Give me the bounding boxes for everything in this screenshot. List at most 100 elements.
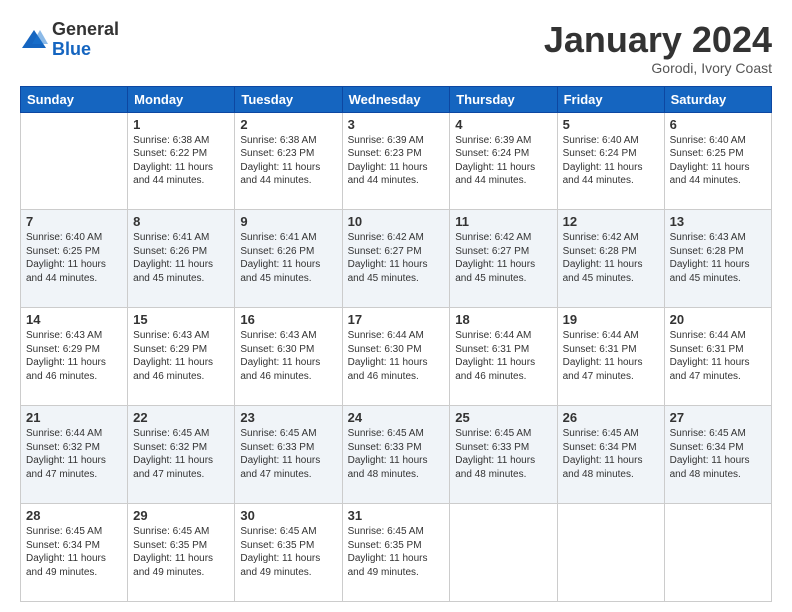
day-number: 8 (133, 214, 229, 229)
day-info: Sunrise: 6:40 AMSunset: 6:24 PMDaylight:… (563, 134, 659, 188)
day-number: 27 (670, 410, 766, 425)
calendar-cell: 4Sunrise: 6:39 AMSunset: 6:24 PMDaylight… (450, 112, 557, 210)
day-number: 23 (240, 410, 336, 425)
day-info: Sunrise: 6:38 AMSunset: 6:23 PMDaylight:… (240, 134, 336, 188)
day-info: Sunrise: 6:44 AMSunset: 6:32 PMDaylight:… (26, 427, 122, 481)
day-info: Sunrise: 6:45 AMSunset: 6:33 PMDaylight:… (455, 427, 551, 481)
calendar-cell: 3 Sunrise: 6:39 AMSunset: 6:23 PMDaylight… (342, 112, 450, 210)
day-number: 21 (26, 410, 122, 425)
day-info: Sunrise: 6:41 AMSunset: 6:26 PMDaylight:… (133, 231, 229, 285)
calendar-cell: 17 Sunrise: 6:44 AMSunset: 6:30 PMDayligh… (342, 308, 450, 406)
calendar-week-row: 1 Sunrise: 6:38 AMSunset: 6:22 PMDaylight… (21, 112, 772, 210)
day-info: Sunrise: 6:45 AMSunset: 6:35 PMDaylight:… (133, 525, 229, 579)
day-info: Sunrise: 6:44 AMSunset: 6:31 PMDaylight:… (563, 329, 659, 383)
calendar-week-row: 28 Sunrise: 6:45 AMSunset: 6:34 PMDayligh… (21, 504, 772, 602)
page: General Blue January 2024 Gorodi, Ivory … (0, 0, 792, 612)
logo-icon (20, 26, 48, 54)
day-number: 6 (670, 117, 766, 132)
day-info: Sunrise: 6:44 AMSunset: 6:31 PMDaylight:… (670, 329, 766, 383)
calendar-cell (557, 504, 664, 602)
calendar-cell: 22Sunrise: 6:45 AMSunset: 6:32 PMDayligh… (128, 406, 235, 504)
day-info: Sunrise: 6:43 AMSunset: 6:30 PMDaylight:… (240, 329, 336, 383)
day-info: Sunrise: 6:42 AMSunset: 6:28 PMDaylight:… (563, 231, 659, 285)
day-number: 2 (240, 117, 336, 132)
day-info: Sunrise: 6:45 AMSunset: 6:35 PMDaylight:… (240, 525, 336, 579)
day-of-week-wednesday: Wednesday (342, 86, 450, 112)
day-info: Sunrise: 6:45 AMSunset: 6:34 PMDaylight:… (26, 525, 122, 579)
calendar-cell: 9 Sunrise: 6:41 AMSunset: 6:26 PMDaylight… (235, 210, 342, 308)
calendar-cell: 8 Sunrise: 6:41 AMSunset: 6:26 PMDaylight… (128, 210, 235, 308)
day-number: 11 (455, 214, 551, 229)
day-number: 18 (455, 312, 551, 327)
calendar-cell: 1 Sunrise: 6:38 AMSunset: 6:22 PMDaylight… (128, 112, 235, 210)
day-info: Sunrise: 6:42 AMSunset: 6:27 PMDaylight:… (348, 231, 445, 285)
day-number: 3 (348, 117, 445, 132)
day-info: Sunrise: 6:43 AMSunset: 6:29 PMDaylight:… (26, 329, 122, 383)
calendar: SundayMondayTuesdayWednesdayThursdayFrid… (20, 86, 772, 602)
calendar-cell (664, 504, 771, 602)
day-info: Sunrise: 6:45 AMSunset: 6:32 PMDaylight:… (133, 427, 229, 481)
day-of-week-tuesday: Tuesday (235, 86, 342, 112)
day-info: Sunrise: 6:42 AMSunset: 6:27 PMDaylight:… (455, 231, 551, 285)
day-number: 28 (26, 508, 122, 523)
day-number: 26 (563, 410, 659, 425)
calendar-cell: 2 Sunrise: 6:38 AMSunset: 6:23 PMDaylight… (235, 112, 342, 210)
calendar-cell: 13Sunrise: 6:43 AMSunset: 6:28 PMDayligh… (664, 210, 771, 308)
day-info: Sunrise: 6:45 AMSunset: 6:33 PMDaylight:… (348, 427, 445, 481)
calendar-cell: 6Sunrise: 6:40 AMSunset: 6:25 PMDaylight… (664, 112, 771, 210)
day-number: 4 (455, 117, 551, 132)
day-info: Sunrise: 6:44 AMSunset: 6:30 PMDaylight:… (348, 329, 445, 383)
day-of-week-thursday: Thursday (450, 86, 557, 112)
logo-text: General Blue (52, 20, 119, 60)
logo-general: General (52, 20, 119, 40)
day-of-week-monday: Monday (128, 86, 235, 112)
logo: General Blue (20, 20, 119, 60)
calendar-cell: 23Sunrise: 6:45 AMSunset: 6:33 PMDayligh… (235, 406, 342, 504)
day-number: 14 (26, 312, 122, 327)
day-number: 17 (348, 312, 445, 327)
calendar-cell: 7Sunrise: 6:40 AMSunset: 6:25 PMDaylight… (21, 210, 128, 308)
logo-blue: Blue (52, 40, 119, 60)
calendar-cell: 28 Sunrise: 6:45 AMSunset: 6:34 PMDayligh… (21, 504, 128, 602)
day-number: 10 (348, 214, 445, 229)
day-number: 15 (133, 312, 229, 327)
calendar-cell: 21 Sunrise: 6:44 AMSunset: 6:32 PMDayligh… (21, 406, 128, 504)
calendar-cell (21, 112, 128, 210)
calendar-header-row: SundayMondayTuesdayWednesdayThursdayFrid… (21, 86, 772, 112)
day-number: 13 (670, 214, 766, 229)
day-number: 30 (240, 508, 336, 523)
day-info: Sunrise: 6:45 AMSunset: 6:34 PMDaylight:… (563, 427, 659, 481)
day-number: 7 (26, 214, 122, 229)
header: General Blue January 2024 Gorodi, Ivory … (20, 20, 772, 76)
day-number: 24 (348, 410, 445, 425)
calendar-cell: 31Sunrise: 6:45 AMSunset: 6:35 PMDayligh… (342, 504, 450, 602)
day-info: Sunrise: 6:45 AMSunset: 6:35 PMDaylight:… (348, 525, 445, 579)
calendar-cell: 29 Sunrise: 6:45 AMSunset: 6:35 PMDayligh… (128, 504, 235, 602)
day-number: 20 (670, 312, 766, 327)
day-number: 9 (240, 214, 336, 229)
day-of-week-friday: Friday (557, 86, 664, 112)
calendar-week-row: 14 Sunrise: 6:43 AMSunset: 6:29 PMDayligh… (21, 308, 772, 406)
calendar-cell: 26 Sunrise: 6:45 AMSunset: 6:34 PMDayligh… (557, 406, 664, 504)
day-number: 19 (563, 312, 659, 327)
calendar-cell: 18Sunrise: 6:44 AMSunset: 6:31 PMDayligh… (450, 308, 557, 406)
month-title: January 2024 (544, 20, 772, 60)
day-info: Sunrise: 6:41 AMSunset: 6:26 PMDaylight:… (240, 231, 336, 285)
day-number: 25 (455, 410, 551, 425)
day-number: 1 (133, 117, 229, 132)
day-number: 16 (240, 312, 336, 327)
day-number: 29 (133, 508, 229, 523)
calendar-cell: 10 Sunrise: 6:42 AMSunset: 6:27 PMDayligh… (342, 210, 450, 308)
day-info: Sunrise: 6:38 AMSunset: 6:22 PMDaylight:… (133, 134, 229, 188)
calendar-cell: 11 Sunrise: 6:42 AMSunset: 6:27 PMDayligh… (450, 210, 557, 308)
calendar-week-row: 21 Sunrise: 6:44 AMSunset: 6:32 PMDayligh… (21, 406, 772, 504)
calendar-cell: 24 Sunrise: 6:45 AMSunset: 6:33 PMDayligh… (342, 406, 450, 504)
calendar-cell (450, 504, 557, 602)
location: Gorodi, Ivory Coast (544, 60, 772, 76)
calendar-cell: 16 Sunrise: 6:43 AMSunset: 6:30 PMDayligh… (235, 308, 342, 406)
calendar-week-row: 7Sunrise: 6:40 AMSunset: 6:25 PMDaylight… (21, 210, 772, 308)
calendar-cell: 5Sunrise: 6:40 AMSunset: 6:24 PMDaylight… (557, 112, 664, 210)
day-info: Sunrise: 6:39 AMSunset: 6:23 PMDaylight:… (348, 134, 445, 188)
day-number: 12 (563, 214, 659, 229)
day-info: Sunrise: 6:43 AMSunset: 6:29 PMDaylight:… (133, 329, 229, 383)
